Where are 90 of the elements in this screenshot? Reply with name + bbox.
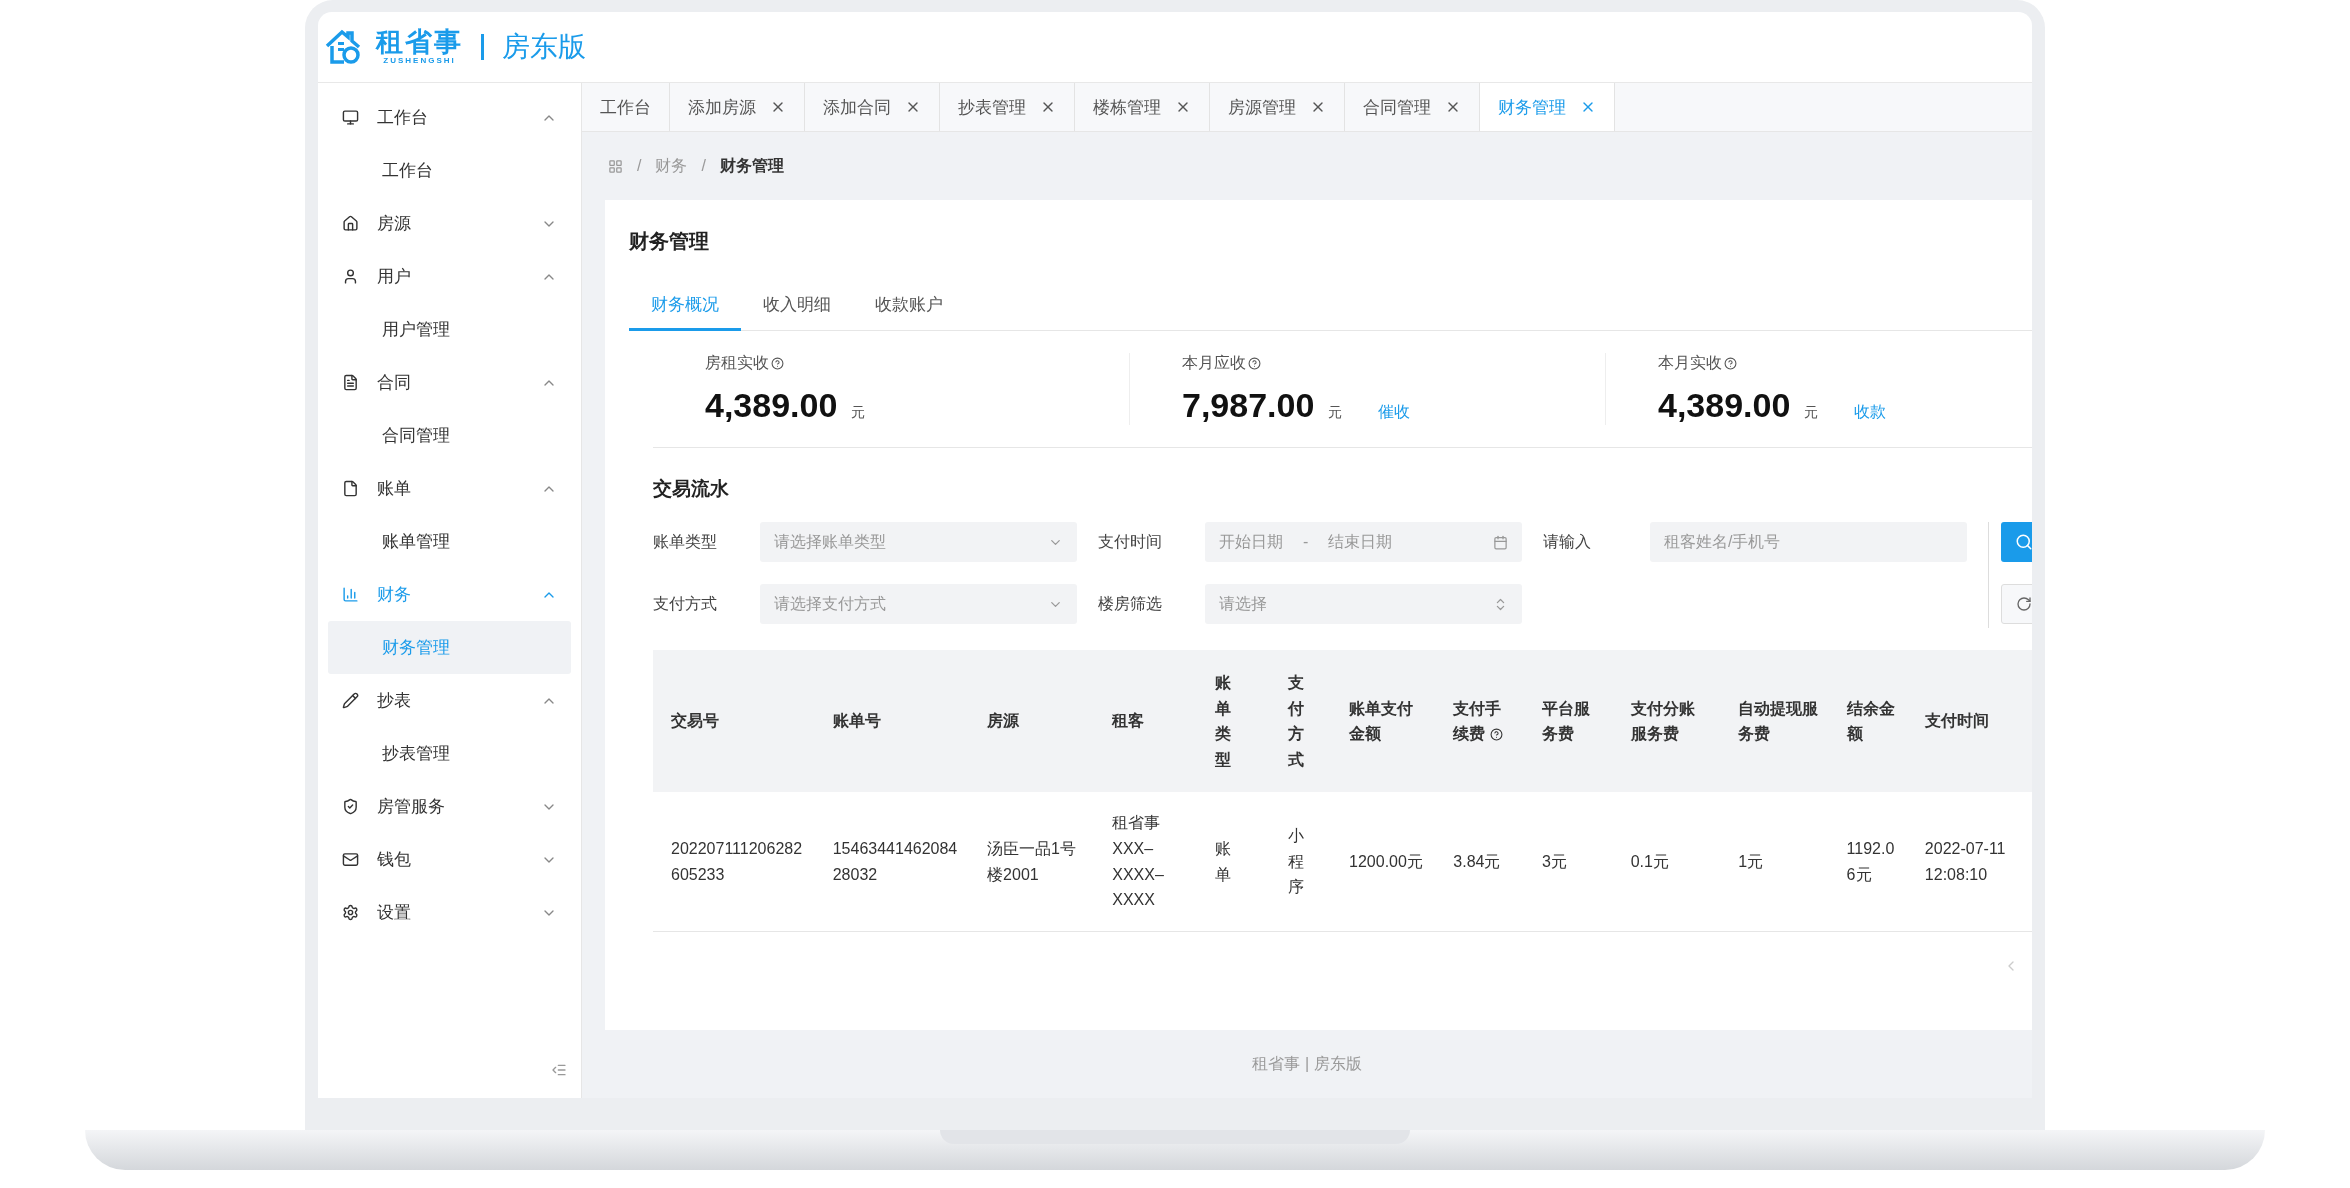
table-cell: 3元	[1524, 792, 1613, 932]
help-icon	[1489, 728, 1503, 742]
page-tab[interactable]: 抄表管理	[940, 83, 1075, 131]
pencil-icon	[342, 692, 359, 709]
grid-icon[interactable]	[608, 158, 623, 174]
column-header: 平台服务费	[1524, 650, 1613, 793]
content-tab[interactable]: 收款账户	[853, 285, 965, 331]
bar-chart-icon	[342, 586, 359, 603]
collapse-icon[interactable]	[551, 1062, 567, 1078]
page-tab[interactable]: 房源管理	[1210, 83, 1345, 131]
section-title: 交易流水	[653, 477, 730, 501]
sidebar-menu-item[interactable]: 房管服务	[328, 780, 571, 833]
table-cell: 3.84元	[1435, 792, 1524, 932]
table-cell: 小程序	[1266, 792, 1332, 932]
edition-label: 房东版	[502, 30, 586, 64]
filter-label: 支付时间	[1098, 531, 1163, 552]
page-tab[interactable]: 添加合同	[805, 83, 940, 131]
page-tab[interactable]: 工作台	[582, 83, 670, 131]
content-tab[interactable]: 收入明细	[741, 285, 853, 331]
sidebar-subitem[interactable]: 用户管理	[328, 303, 571, 356]
stat-label: 房租实收	[705, 353, 1129, 374]
column-header: 支付时间	[1906, 650, 2032, 793]
unit-label: 元	[1804, 404, 1819, 422]
table-cell: 202207111206282605233	[653, 792, 815, 932]
column-header: 支付方式	[1266, 650, 1332, 793]
column-header: 结余金额	[1828, 650, 1907, 793]
logo-pinyin: ZUSHENGSHI	[383, 56, 456, 65]
house-icon	[342, 215, 359, 232]
sidebar-subitem[interactable]: 合同管理	[328, 409, 571, 462]
calendar-icon	[1493, 534, 1508, 550]
sidebar-menu-item[interactable]: 工作台	[328, 91, 571, 144]
table-cell: 账单	[1193, 792, 1267, 932]
column-header: 自动提现服务费	[1720, 650, 1829, 793]
stat-value: 7,987.00	[1182, 386, 1315, 425]
column-header: 账单号	[814, 650, 970, 793]
sidebar-subitem[interactable]: 抄表管理	[328, 727, 571, 780]
shield-icon	[342, 798, 359, 815]
sidebar-menu-item[interactable]: 房源	[328, 197, 571, 250]
help-icon	[1248, 357, 1261, 370]
search-icon	[2015, 533, 2032, 551]
sidebar-menu-item[interactable]: 合同	[328, 356, 571, 409]
table-cell: 1546344146208428032	[814, 792, 970, 932]
sidebar-subitem[interactable]: 工作台	[328, 144, 571, 197]
page-tab[interactable]: 楼栋管理	[1075, 83, 1210, 131]
sidebar-menu-item[interactable]: 账单	[328, 462, 571, 515]
sidebar-menu-item[interactable]: 设置	[328, 886, 571, 939]
document-icon	[342, 374, 359, 391]
column-header: 房源	[969, 650, 1095, 793]
breadcrumb-item[interactable]: 财务管理	[719, 155, 784, 177]
stat-label: 本月实收	[1658, 353, 2032, 374]
page-tab[interactable]: 添加房源	[670, 83, 805, 131]
envelope-icon	[342, 851, 359, 868]
column-header: 账单类型	[1193, 650, 1267, 793]
sidebar-subitem[interactable]: 账单管理	[328, 515, 571, 568]
stat-value: 4,389.00	[705, 386, 838, 425]
user-icon	[342, 268, 359, 285]
table-cell: 1元	[1720, 792, 1829, 932]
file-icon	[342, 480, 359, 497]
filter-label: 请输入	[1543, 531, 1592, 552]
filter-label: 楼房筛选	[1098, 593, 1163, 614]
breadcrumb-separator: /	[637, 157, 642, 175]
sidebar-menu-item[interactable]: 用户	[328, 250, 571, 303]
stat-label: 本月应收	[1182, 353, 1605, 374]
column-header: 支付分账服务费	[1612, 650, 1721, 793]
table-cell: 0.1元	[1612, 792, 1721, 932]
unit-label: 元	[1328, 404, 1343, 422]
table-cell: 汤臣一品1号楼2001	[969, 792, 1095, 932]
sidebar-menu-item[interactable]: 钱包	[328, 833, 571, 886]
stat-value: 4,389.00	[1658, 386, 1791, 425]
breadcrumb-separator: /	[701, 157, 706, 175]
footer-text: 租省事 | 房东版	[1252, 1053, 1362, 1074]
filter-label: 账单类型	[653, 531, 718, 552]
table-cell: 1200.00元	[1331, 792, 1436, 932]
table-cell: 1192.06元	[1828, 792, 1907, 932]
table-cell: 租省事XXX–XXXX–XXXX	[1094, 792, 1194, 932]
help-icon	[771, 357, 784, 370]
monitor-icon	[342, 109, 359, 126]
column-header: 租客	[1094, 650, 1194, 793]
table-cell: 2022-07-11 12:08:10	[1906, 792, 2032, 932]
logo-name: 租省事	[376, 29, 463, 56]
refresh-icon	[2016, 596, 2032, 612]
column-header: 账单支付金额	[1331, 650, 1436, 793]
unit-label: 元	[851, 404, 866, 422]
filter-label: 支付方式	[653, 593, 718, 614]
card-title: 财务管理	[629, 229, 710, 254]
column-header: 支付手续费	[1435, 650, 1524, 793]
column-header: 交易号	[653, 650, 815, 793]
gear-icon	[342, 904, 359, 921]
help-icon	[1724, 357, 1737, 370]
sidebar-menu-item[interactable]: 抄表	[328, 674, 571, 727]
